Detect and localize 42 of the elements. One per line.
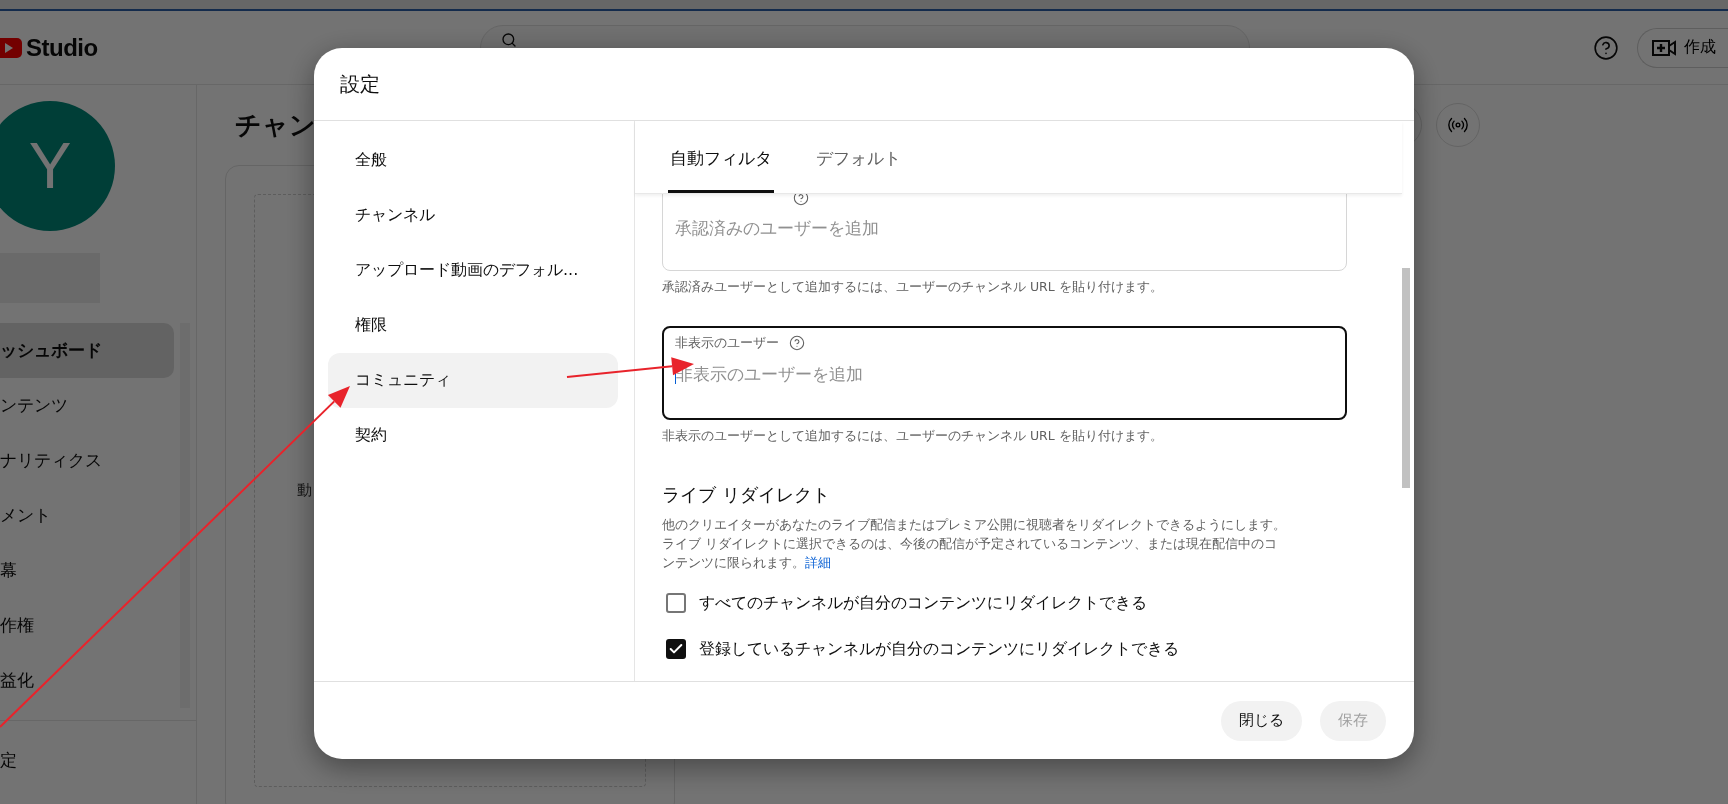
settings-nav-item[interactable]: コミュニティ [328, 353, 618, 408]
settings-nav-item[interactable]: アップロード動画のデフォル... [328, 243, 618, 298]
sidebar-item[interactable]: 定 [0, 749, 17, 772]
create-button[interactable]: 作成 [1637, 27, 1728, 68]
field-label: 非表示のユーザー [675, 334, 779, 352]
settings-nav-item[interactable]: 権限 [328, 298, 618, 353]
sidebar-item[interactable]: ッシュボード [0, 323, 174, 378]
video-plus-icon [1652, 37, 1676, 58]
checkbox[interactable] [666, 639, 686, 659]
sidebar-item[interactable]: 益化 [0, 653, 174, 708]
section-heading: ライブ リダイレクト [662, 483, 831, 507]
section-description: 他のクリエイターがあなたのライブ配信またはプレミア公開に視聴者をリダイレクトできるようにします。ライブ リダイレクトに選択できるのは、今後の配信が予定されているコンテンツ、または現在配信中のコンテンツに限られます。詳細 [662, 516, 1287, 572]
help-icon[interactable] [1593, 34, 1619, 61]
help-icon[interactable] [789, 335, 805, 351]
card-text: 動 [297, 481, 312, 500]
settings-nav-item[interactable]: 契約 [328, 408, 618, 463]
scrollbar-thumb[interactable] [1402, 268, 1410, 488]
sidebar-item[interactable]: 幕 [0, 543, 174, 598]
dialog-title: 設定 [340, 70, 380, 98]
page-title: チャン [234, 108, 316, 142]
sidebar-item[interactable]: 作権 [0, 598, 174, 653]
search-icon [501, 31, 517, 48]
help-icon[interactable] [793, 194, 809, 206]
live-button[interactable] [1436, 103, 1480, 147]
logo-text: Studio [26, 33, 98, 62]
sidebar-item[interactable]: ナリティクス [0, 433, 174, 488]
checkbox[interactable] [666, 593, 686, 613]
play-logo-icon [0, 37, 22, 58]
dialog-button[interactable]: 閉じる [1221, 700, 1302, 741]
settings-nav-item[interactable]: 全般 [328, 133, 618, 188]
checkbox-label: すべてのチャンネルが自分のコンテンツにリダイレクトできる [699, 592, 1147, 614]
tab[interactable]: デフォルト [814, 147, 903, 193]
avatar[interactable]: Y [0, 101, 115, 231]
sidebar-item[interactable]: ンテンツ [0, 378, 174, 433]
checkbox-label: 登録しているチャンネルが自分のコンテンツにリダイレクトできる [699, 638, 1179, 660]
helper-text: 非表示のユーザーとして追加するには、ユーザーのチャンネル URL を貼り付けます。 [662, 428, 1164, 445]
helper-text: 承認済みユーザーとして追加するには、ユーザーのチャンネル URL を貼り付けます。 [662, 279, 1164, 296]
tab[interactable]: 自動フィルタ [668, 147, 774, 193]
settings-nav-item[interactable]: チャンネル [328, 188, 618, 243]
sidebar-item[interactable]: メント [0, 488, 174, 543]
learn-more-link[interactable]: 詳細 [805, 555, 831, 570]
user-input-field[interactable]: 承認済みのユーザーを追加 [675, 218, 1334, 238]
